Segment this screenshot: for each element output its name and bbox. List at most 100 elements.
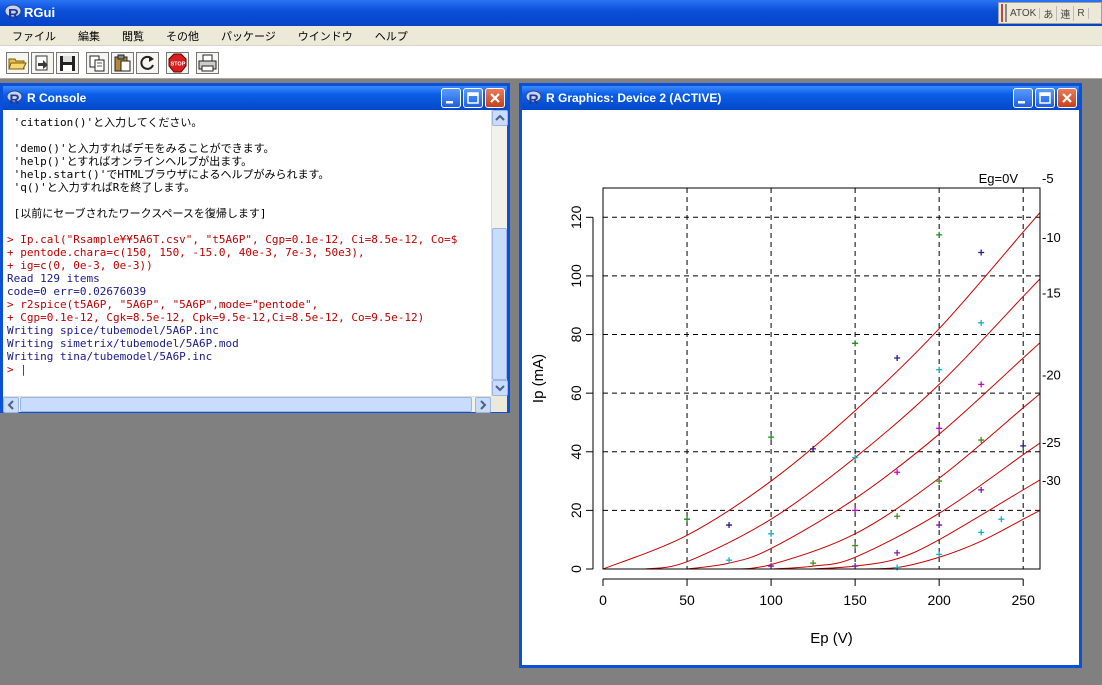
print-button[interactable]	[196, 52, 219, 74]
ime-mode-hiragana[interactable]: あ	[1040, 5, 1058, 21]
r-console-titlebar[interactable]: R R Console	[3, 86, 507, 110]
console-line: > Ip.cal("Rsample¥¥5A6T.csv", "t5A6P", C…	[7, 233, 458, 246]
y-tick-label: 40	[568, 444, 584, 460]
save-workspace-button[interactable]	[56, 52, 79, 74]
console-line: > r2spice(t5A6P, "5A6P", "5A6P",mode="pe…	[7, 298, 319, 311]
data-point	[936, 522, 943, 529]
plot-area[interactable]: Eg=0V -5 -10 -15 -20 -25 -30 0 50 100 150 200 250 0 20…	[522, 110, 1079, 665]
ime-mode-r[interactable]: R	[1074, 7, 1089, 19]
data-point	[726, 522, 733, 529]
x-tick-label: 0	[599, 592, 607, 608]
app-titlebar: R RGui ATOK あ 連 R	[0, 0, 1102, 26]
r-graphics-titlebar[interactable]: R R Graphics: Device 2 (ACTIVE)	[522, 86, 1079, 110]
horizontal-scroll-thumb[interactable]	[20, 397, 472, 412]
data-point	[768, 434, 775, 441]
floppy-icon	[60, 56, 75, 71]
r-logo-icon: R	[6, 90, 23, 106]
data-point	[852, 507, 859, 514]
series-label: -10	[1042, 230, 1061, 245]
y-tick-label: 20	[568, 502, 584, 518]
data-point	[998, 516, 1005, 523]
series-label: -15	[1042, 286, 1061, 301]
menu-edit[interactable]: 編集	[70, 28, 108, 44]
series-curve	[855, 509, 1040, 569]
data-point	[978, 249, 985, 256]
menu-view[interactable]: 閲覧	[114, 28, 152, 44]
ime-toolbar[interactable]: ATOK あ 連 R	[998, 2, 1102, 24]
menu-packages[interactable]: パッケージ	[213, 28, 284, 44]
menubar: ファイル 編集 閲覧 その他 パッケージ ウインドウ ヘルプ	[0, 26, 1102, 45]
scroll-down-arrow[interactable]	[492, 380, 508, 396]
minimize-button[interactable]	[441, 88, 461, 108]
data-point	[936, 425, 943, 432]
console-line: > |	[7, 363, 27, 376]
app-title: RGui	[24, 5, 56, 20]
open-script-button[interactable]	[6, 52, 29, 74]
copy-paste-button[interactable]	[136, 52, 159, 74]
console-line: + pentode.chara=c(150, 150, -15.0, 40e-3…	[7, 246, 365, 259]
data-point	[894, 513, 901, 520]
console-horizontal-scrollbar[interactable]	[3, 396, 491, 413]
series-label: -5	[1042, 171, 1054, 186]
ep-ip-chart: Eg=0V -5 -10 -15 -20 -25 -30 0 50 100 150 200 250 0 20…	[530, 171, 1061, 647]
data-point	[978, 529, 985, 536]
copy-button[interactable]	[86, 52, 109, 74]
svg-text:R: R	[10, 91, 20, 106]
close-icon	[490, 93, 500, 103]
console-output[interactable]: 'citation()'と入力してください。 'demo()'と入力すればデモを…	[3, 110, 491, 396]
x-axis-label: Ep (V)	[810, 630, 853, 647]
console-vertical-scrollbar[interactable]	[491, 110, 508, 396]
console-line: 'help.start()'でHTMLブラウザによるヘルプがみられます。	[7, 168, 330, 181]
data-point	[894, 564, 901, 571]
console-line: 'q()'と入力すればRを終了します。	[7, 181, 196, 194]
minimize-icon	[446, 101, 453, 104]
minimize-icon	[1018, 101, 1025, 104]
data-point	[978, 486, 985, 493]
console-line: 'citation()'と入力してください。	[7, 116, 203, 129]
stop-button[interactable]: STOP	[166, 52, 189, 74]
maximize-button[interactable]	[1035, 88, 1055, 108]
menu-help[interactable]: ヘルプ	[367, 28, 416, 44]
console-line: + ig=c(0, 0e-3, 0e-3))	[7, 259, 153, 272]
stop-icon: STOP	[168, 53, 187, 73]
minimize-button[interactable]	[1013, 88, 1033, 108]
menu-file[interactable]: ファイル	[4, 28, 64, 44]
close-button[interactable]	[485, 88, 505, 108]
data-point	[684, 516, 691, 523]
svg-text:R: R	[529, 91, 539, 106]
data-point	[810, 445, 817, 452]
ime-mode-conversion[interactable]: 連	[1057, 5, 1075, 21]
paste-button[interactable]	[111, 52, 134, 74]
open-folder-icon	[8, 58, 27, 70]
scroll-thumb[interactable]	[492, 228, 507, 380]
load-icon	[35, 55, 48, 71]
maximize-button[interactable]	[463, 88, 483, 108]
menu-misc[interactable]: その他	[158, 28, 207, 44]
x-tick-label: 150	[843, 592, 867, 608]
scroll-up-arrow[interactable]	[492, 110, 508, 126]
load-workspace-button[interactable]	[31, 52, 54, 74]
menu-windows[interactable]: ウインドウ	[290, 28, 361, 44]
maximize-icon	[1039, 92, 1051, 104]
r-graphics-window[interactable]: R R Graphics: Device 2 (ACTIVE) Eg=0V -5 -…	[519, 83, 1082, 668]
r-console-title: R Console	[27, 91, 87, 105]
y-tick-label: 120	[568, 205, 584, 229]
scroll-right-arrow[interactable]	[475, 397, 491, 413]
console-line: code=0 err=0.02676039	[7, 285, 147, 298]
r-console-window[interactable]: R R Console 'citation()'と入力してください。 'demo…	[0, 83, 510, 413]
scroll-left-arrow[interactable]	[3, 397, 19, 413]
series-label: -25	[1042, 435, 1061, 450]
svg-text:R: R	[8, 6, 19, 21]
y-tick-label: 60	[568, 385, 584, 401]
data-point	[1020, 442, 1027, 449]
console-line: 'help()'とすればオンラインヘルプが出ます。	[7, 155, 253, 168]
close-button[interactable]	[1057, 88, 1077, 108]
x-tick-label: 100	[759, 592, 783, 608]
ime-mode-atok[interactable]: ATOK	[1007, 7, 1041, 19]
data-point	[894, 354, 901, 361]
close-icon	[1062, 93, 1072, 103]
console-line: Writing spice/tubemodel/5A6P.inc	[7, 324, 219, 337]
y-tick-label: 0	[568, 565, 584, 573]
